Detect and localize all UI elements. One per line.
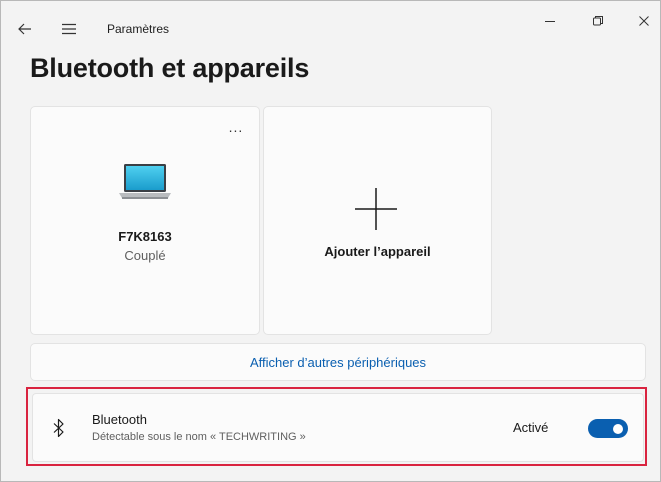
window-title: Paramètres (107, 22, 170, 36)
settings-window: Paramètres Bluetooth et appareils ... F7… (0, 0, 661, 482)
laptop-icon (119, 162, 171, 202)
close-icon[interactable] (629, 9, 659, 33)
back-arrow-icon[interactable] (15, 19, 35, 39)
add-device-button[interactable]: Ajouter l’appareil (263, 106, 492, 335)
page-title: Bluetooth et appareils (30, 53, 310, 83)
more-options-icon: ... (228, 119, 244, 135)
plus-icon (353, 186, 399, 232)
add-device-label: Ajouter l’appareil (324, 244, 431, 259)
minimize-icon[interactable] (535, 9, 565, 33)
device-status: Couplé (124, 248, 166, 263)
more-options-button[interactable]: ... (225, 119, 247, 135)
restore-icon[interactable] (583, 9, 613, 33)
show-more-devices-label: Afficher d’autres périphériques (249, 354, 427, 370)
show-more-devices-button[interactable]: Afficher d’autres périphériques (30, 343, 646, 381)
highlight-frame (26, 387, 647, 466)
hamburger-menu-icon[interactable] (58, 19, 80, 39)
device-name: F7K8163 (118, 229, 172, 244)
device-card[interactable]: ... F7K8163 Couplé (30, 106, 260, 335)
title-bar: Paramètres (1, 1, 660, 53)
